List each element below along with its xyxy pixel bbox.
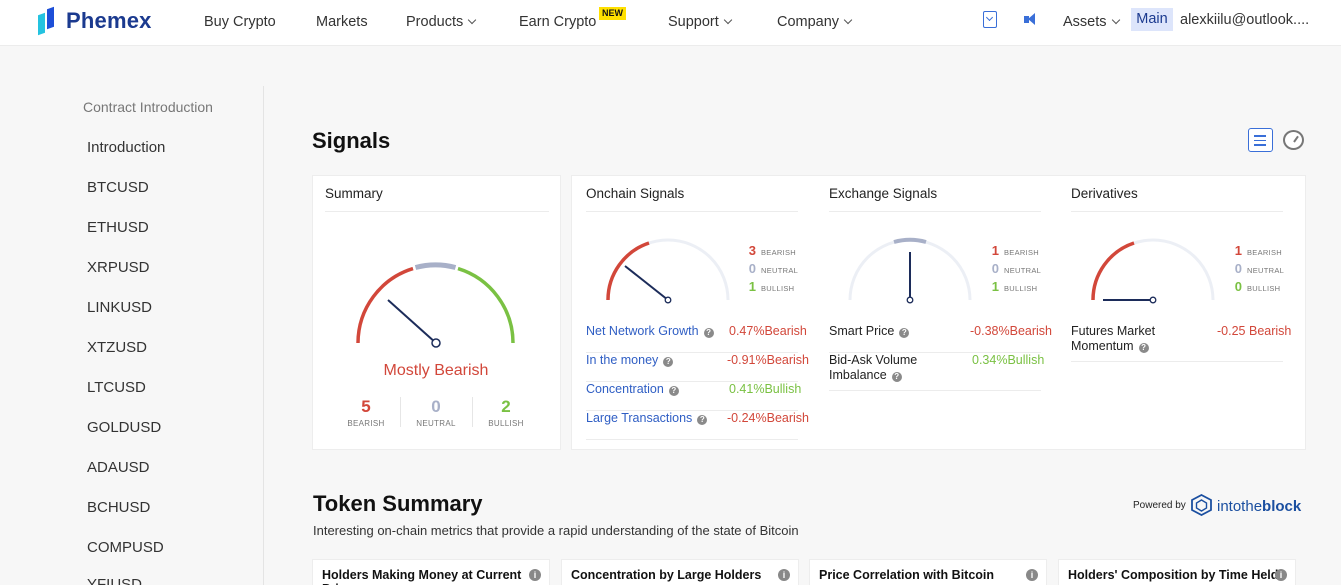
contract-sidebar: Contract Introduction Introduction BTCUS… bbox=[0, 86, 264, 585]
signal-row: In the money? -0.91%Bearish bbox=[586, 353, 809, 382]
derivatives-gauge bbox=[1091, 238, 1215, 304]
nav-markets[interactable]: Markets bbox=[316, 12, 368, 32]
help-icon[interactable]: ? bbox=[899, 328, 910, 338]
user-account-menu[interactable]: alexkiilu@outlook.... bbox=[1180, 12, 1309, 28]
sidebar-item-bchusd[interactable]: BCHUSD bbox=[87, 499, 150, 516]
onchain-bearish-count: 3 BEARISH bbox=[748, 243, 797, 258]
metric-card-holders-making-money[interactable]: Holders Making Money at Current Price i bbox=[312, 559, 550, 585]
help-icon[interactable]: ? bbox=[703, 328, 714, 338]
sidebar-item-compusd[interactable]: COMPUSD bbox=[87, 539, 164, 556]
sidebar-item-introduction[interactable]: Introduction bbox=[87, 139, 165, 156]
new-badge: NEW bbox=[599, 7, 626, 20]
signal-row: Futures Market Momentum? -0.25 Bearish bbox=[1071, 324, 1291, 362]
sidebar-item-ethusd[interactable]: ETHUSD bbox=[87, 219, 149, 236]
gauge-arc-bullish bbox=[457, 266, 515, 344]
exchange-neutral-count: 0 NEUTRAL bbox=[991, 261, 1042, 276]
signal-row: Smart Price? -0.38%Bearish bbox=[829, 324, 1052, 353]
help-icon[interactable]: ? bbox=[1138, 343, 1149, 353]
exchange-bullish-count: 1 BULLISH bbox=[991, 279, 1038, 294]
help-icon[interactable]: ? bbox=[663, 357, 674, 367]
summary-bearish-count: 5 BEARISH bbox=[347, 397, 385, 428]
intotheblock-logo-icon bbox=[1191, 494, 1212, 516]
signals-title: Signals bbox=[312, 128, 391, 153]
signal-row: Bid-Ask Volume Imbalance? 0.34%Bullish bbox=[829, 353, 1044, 391]
nav-assets[interactable]: Assets bbox=[1063, 12, 1120, 32]
exchange-gauge bbox=[848, 237, 972, 304]
sound-icon[interactable] bbox=[1024, 13, 1036, 26]
sidebar-item-goldusd[interactable]: GOLDUSD bbox=[87, 419, 161, 436]
chevron-down-icon bbox=[723, 15, 733, 25]
chevron-down-icon bbox=[1111, 15, 1120, 25]
nav-earn-crypto[interactable]: Earn Crypto bbox=[519, 12, 596, 32]
gauge-arc-bearish bbox=[356, 266, 414, 344]
metric-card-concentration-large-holders[interactable]: Concentration by Large Holders i bbox=[561, 559, 799, 585]
exchange-heading: Exchange Signals bbox=[829, 186, 938, 201]
phemex-logo[interactable]: Phemex bbox=[38, 6, 152, 36]
token-summary-title: Token Summary bbox=[313, 491, 483, 516]
gauge-needle bbox=[624, 265, 669, 301]
info-icon[interactable]: i bbox=[1026, 569, 1038, 581]
info-icon[interactable]: i bbox=[529, 569, 541, 581]
list-view-button[interactable] bbox=[1248, 128, 1273, 152]
gauge-pivot bbox=[664, 296, 672, 304]
derivatives-bullish-count: 0 BULLISH bbox=[1234, 279, 1281, 294]
signal-row: Net Network Growth? 0.47%Bearish bbox=[586, 324, 807, 353]
gauge-arc-neutral bbox=[414, 262, 457, 270]
brand-name: Phemex bbox=[66, 8, 152, 33]
token-summary-subtitle: Interesting on-chain metrics that provid… bbox=[313, 523, 799, 538]
nav-buy-crypto[interactable]: Buy Crypto bbox=[204, 12, 276, 32]
gauge-arc-bearish bbox=[606, 241, 650, 301]
sidebar-item-xtzusd[interactable]: XTZUSD bbox=[87, 339, 147, 356]
phemex-logo-icon bbox=[38, 6, 58, 36]
summary-bullish-count: 2 BULLISH bbox=[488, 397, 524, 428]
summary-neutral-count: 0 NEUTRAL bbox=[416, 397, 456, 428]
info-icon[interactable]: i bbox=[1275, 569, 1287, 581]
summary-gauge bbox=[356, 262, 515, 348]
help-icon[interactable]: ? bbox=[891, 372, 902, 382]
gauge-pivot bbox=[431, 338, 441, 348]
metric-card-holders-composition[interactable]: Holders' Composition by Time Held i bbox=[1058, 559, 1296, 585]
exchange-bearish-count: 1 BEARISH bbox=[991, 243, 1040, 258]
metric-card-price-correlation[interactable]: Price Correlation with Bitcoin i bbox=[809, 559, 1047, 585]
top-navigation-bar: Phemex Buy Crypto Markets Products Earn … bbox=[0, 0, 1341, 46]
onchain-neutral-count: 0 NEUTRAL bbox=[748, 261, 799, 276]
help-icon[interactable]: ? bbox=[697, 415, 708, 425]
powered-by-label: Powered by bbox=[1133, 500, 1186, 511]
nav-products[interactable]: Products bbox=[406, 12, 477, 32]
onchain-gauge bbox=[606, 238, 730, 304]
gauge-arc-bearish bbox=[1091, 241, 1135, 301]
download-app-icon[interactable] bbox=[983, 11, 997, 28]
summary-status: Mostly Bearish bbox=[383, 362, 489, 379]
gauge-needle bbox=[387, 299, 437, 344]
sidebar-item-ltcusd[interactable]: LTCUSD bbox=[87, 379, 146, 396]
gauge-pivot bbox=[906, 296, 914, 304]
sidebar-item-adausd[interactable]: ADAUSD bbox=[87, 459, 150, 476]
gauge-arc-neutral bbox=[893, 237, 927, 244]
derivatives-bearish-count: 1 BEARISH bbox=[1234, 243, 1283, 258]
signal-row: Large Transactions? -0.24%Bearish bbox=[586, 411, 809, 440]
sidebar-title: Contract Introduction bbox=[83, 99, 213, 115]
gauge-pivot bbox=[1149, 296, 1157, 304]
intotheblock-logo[interactable]: intotheblock bbox=[1217, 498, 1301, 515]
sidebar-item-linkusd[interactable]: LINKUSD bbox=[87, 299, 152, 316]
summary-heading: Summary bbox=[325, 186, 383, 201]
chevron-down-icon bbox=[843, 15, 853, 25]
onchain-bullish-count: 1 BULLISH bbox=[748, 279, 795, 294]
signal-row: Concentration? 0.41%Bullish bbox=[586, 382, 801, 411]
account-type-badge[interactable]: Main bbox=[1131, 8, 1173, 31]
chevron-down-icon bbox=[467, 15, 477, 25]
onchain-heading: Onchain Signals bbox=[586, 186, 685, 201]
help-icon[interactable]: ? bbox=[668, 386, 679, 396]
derivatives-heading: Derivatives bbox=[1071, 186, 1138, 201]
sidebar-item-btcusd[interactable]: BTCUSD bbox=[87, 179, 149, 196]
info-icon[interactable]: i bbox=[778, 569, 790, 581]
nav-support[interactable]: Support bbox=[668, 12, 733, 32]
derivatives-neutral-count: 0 NEUTRAL bbox=[1234, 261, 1285, 276]
sidebar-item-xrpusd[interactable]: XRPUSD bbox=[87, 259, 150, 276]
gauge-view-button[interactable] bbox=[1281, 128, 1306, 152]
nav-company[interactable]: Company bbox=[777, 12, 853, 32]
sidebar-item-yfiusd[interactable]: YFIUSD bbox=[87, 576, 142, 585]
